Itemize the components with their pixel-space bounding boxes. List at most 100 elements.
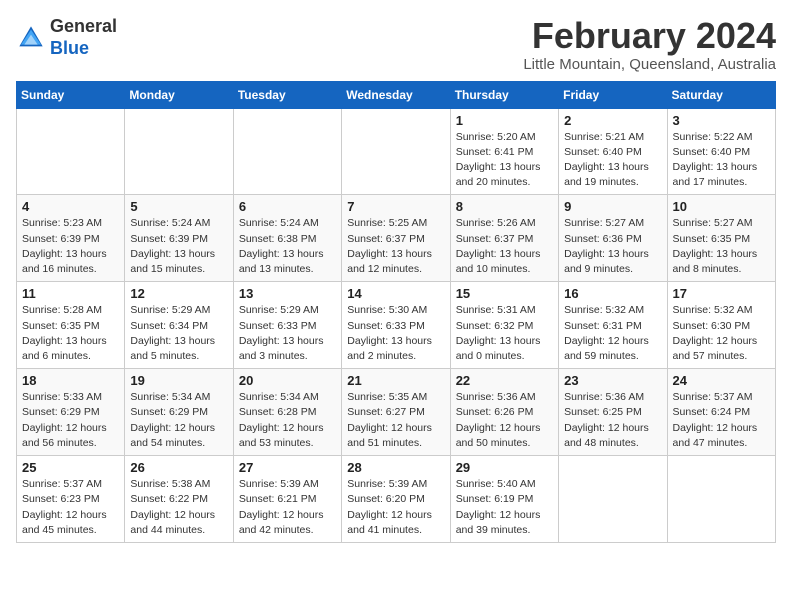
day-info: Sunrise: 5:24 AM Sunset: 6:38 PM Dayligh… [239, 216, 336, 277]
calendar-cell: 7 Sunrise: 5:25 AM Sunset: 6:37 PM Daylig… [342, 195, 450, 282]
calendar-cell: 3 Sunrise: 5:22 AM Sunset: 6:40 PM Daylig… [667, 108, 775, 195]
calendar-week-row: 18Sunrise: 5:33 AM Sunset: 6:29 PM Dayli… [17, 369, 776, 456]
day-info: Sunrise: 5:22 AM Sunset: 6:40 PM Dayligh… [673, 130, 770, 191]
day-number: 27 [239, 460, 336, 475]
calendar-cell: 29 Sunrise: 5:40 AM Sunset: 6:19 PM Dayli… [450, 456, 558, 543]
day-info: Sunrise: 5:25 AM Sunset: 6:37 PM Dayligh… [347, 216, 444, 277]
day-info: Sunrise: 5:32 AM Sunset: 6:30 PM Dayligh… [673, 303, 770, 364]
calendar-week-row: 4 Sunrise: 5:23 AM Sunset: 6:39 PM Daylig… [17, 195, 776, 282]
calendar-cell: 20 Sunrise: 5:34 AM Sunset: 6:28 PM Dayli… [233, 369, 341, 456]
day-info: Sunrise: 5:38 AM Sunset: 6:22 PM Dayligh… [130, 477, 227, 538]
weekday-header-row: SundayMondayTuesdayWednesdayThursdayFrid… [17, 81, 776, 108]
day-info: Sunrise: 5:39 AM Sunset: 6:20 PM Dayligh… [347, 477, 444, 538]
logo: General Blue [16, 16, 117, 59]
day-info: Sunrise: 5:34 AM Sunset: 6:28 PM Dayligh… [239, 390, 336, 451]
calendar-cell: 4 Sunrise: 5:23 AM Sunset: 6:39 PM Daylig… [17, 195, 125, 282]
calendar-cell: 25 Sunrise: 5:37 AM Sunset: 6:23 PM Dayli… [17, 456, 125, 543]
calendar-cell: 18Sunrise: 5:33 AM Sunset: 6:29 PM Dayli… [17, 369, 125, 456]
day-number: 3 [673, 113, 770, 128]
day-number: 23 [564, 373, 661, 388]
calendar-week-row: 25 Sunrise: 5:37 AM Sunset: 6:23 PM Dayli… [17, 456, 776, 543]
day-info: Sunrise: 5:40 AM Sunset: 6:19 PM Dayligh… [456, 477, 553, 538]
day-info: Sunrise: 5:31 AM Sunset: 6:32 PM Dayligh… [456, 303, 553, 364]
day-number: 22 [456, 373, 553, 388]
day-info: Sunrise: 5:33 AM Sunset: 6:29 PM Dayligh… [22, 390, 119, 451]
logo-general: General [50, 16, 117, 36]
weekday-header-sunday: Sunday [17, 81, 125, 108]
day-info: Sunrise: 5:20 AM Sunset: 6:41 PM Dayligh… [456, 130, 553, 191]
month-title: February 2024 [523, 16, 776, 56]
calendar-cell: 2 Sunrise: 5:21 AM Sunset: 6:40 PM Daylig… [559, 108, 667, 195]
weekday-header-wednesday: Wednesday [342, 81, 450, 108]
calendar-cell: 24 Sunrise: 5:37 AM Sunset: 6:24 PM Dayli… [667, 369, 775, 456]
day-info: Sunrise: 5:37 AM Sunset: 6:23 PM Dayligh… [22, 477, 119, 538]
calendar-cell: 14 Sunrise: 5:30 AM Sunset: 6:33 PM Dayli… [342, 282, 450, 369]
day-info: Sunrise: 5:21 AM Sunset: 6:40 PM Dayligh… [564, 130, 661, 191]
calendar-cell [125, 108, 233, 195]
day-number: 9 [564, 199, 661, 214]
day-number: 20 [239, 373, 336, 388]
day-info: Sunrise: 5:39 AM Sunset: 6:21 PM Dayligh… [239, 477, 336, 538]
day-info: Sunrise: 5:36 AM Sunset: 6:25 PM Dayligh… [564, 390, 661, 451]
day-number: 5 [130, 199, 227, 214]
day-info: Sunrise: 5:29 AM Sunset: 6:34 PM Dayligh… [130, 303, 227, 364]
day-info: Sunrise: 5:30 AM Sunset: 6:33 PM Dayligh… [347, 303, 444, 364]
day-number: 29 [456, 460, 553, 475]
day-info: Sunrise: 5:28 AM Sunset: 6:35 PM Dayligh… [22, 303, 119, 364]
calendar-cell [233, 108, 341, 195]
calendar-cell: 1 Sunrise: 5:20 AM Sunset: 6:41 PM Daylig… [450, 108, 558, 195]
day-number: 28 [347, 460, 444, 475]
location-subtitle: Little Mountain, Queensland, Australia [523, 56, 776, 73]
day-number: 16 [564, 286, 661, 301]
weekday-header-friday: Friday [559, 81, 667, 108]
calendar-cell: 8Sunrise: 5:26 AM Sunset: 6:37 PM Daylig… [450, 195, 558, 282]
calendar-table: SundayMondayTuesdayWednesdayThursdayFrid… [16, 81, 776, 543]
day-number: 25 [22, 460, 119, 475]
calendar-cell [559, 456, 667, 543]
day-number: 7 [347, 199, 444, 214]
day-info: Sunrise: 5:23 AM Sunset: 6:39 PM Dayligh… [22, 216, 119, 277]
day-info: Sunrise: 5:26 AM Sunset: 6:37 PM Dayligh… [456, 216, 553, 277]
weekday-header-saturday: Saturday [667, 81, 775, 108]
day-number: 12 [130, 286, 227, 301]
day-number: 4 [22, 199, 119, 214]
day-info: Sunrise: 5:24 AM Sunset: 6:39 PM Dayligh… [130, 216, 227, 277]
calendar-cell: 26 Sunrise: 5:38 AM Sunset: 6:22 PM Dayli… [125, 456, 233, 543]
calendar-cell [667, 456, 775, 543]
day-info: Sunrise: 5:29 AM Sunset: 6:33 PM Dayligh… [239, 303, 336, 364]
day-number: 15 [456, 286, 553, 301]
day-info: Sunrise: 5:37 AM Sunset: 6:24 PM Dayligh… [673, 390, 770, 451]
day-number: 1 [456, 113, 553, 128]
day-number: 6 [239, 199, 336, 214]
page-header: General Blue February 2024 Little Mounta… [16, 16, 776, 73]
calendar-cell: 19Sunrise: 5:34 AM Sunset: 6:29 PM Dayli… [125, 369, 233, 456]
day-number: 11 [22, 286, 119, 301]
calendar-cell: 15 Sunrise: 5:31 AM Sunset: 6:32 PM Dayli… [450, 282, 558, 369]
calendar-cell: 6 Sunrise: 5:24 AM Sunset: 6:38 PM Daylig… [233, 195, 341, 282]
weekday-header-monday: Monday [125, 81, 233, 108]
calendar-cell [17, 108, 125, 195]
day-number: 13 [239, 286, 336, 301]
day-info: Sunrise: 5:35 AM Sunset: 6:27 PM Dayligh… [347, 390, 444, 451]
calendar-cell: 11 Sunrise: 5:28 AM Sunset: 6:35 PM Dayli… [17, 282, 125, 369]
calendar-week-row: 1 Sunrise: 5:20 AM Sunset: 6:41 PM Daylig… [17, 108, 776, 195]
day-number: 24 [673, 373, 770, 388]
calendar-cell: 9 Sunrise: 5:27 AM Sunset: 6:36 PM Daylig… [559, 195, 667, 282]
calendar-cell: 13 Sunrise: 5:29 AM Sunset: 6:33 PM Dayli… [233, 282, 341, 369]
logo-blue: Blue [50, 38, 89, 58]
logo-icon [16, 23, 46, 53]
weekday-header-thursday: Thursday [450, 81, 558, 108]
day-number: 14 [347, 286, 444, 301]
weekday-header-tuesday: Tuesday [233, 81, 341, 108]
title-block: February 2024 Little Mountain, Queenslan… [523, 16, 776, 73]
calendar-cell: 22 Sunrise: 5:36 AM Sunset: 6:26 PM Dayli… [450, 369, 558, 456]
day-info: Sunrise: 5:32 AM Sunset: 6:31 PM Dayligh… [564, 303, 661, 364]
day-info: Sunrise: 5:27 AM Sunset: 6:36 PM Dayligh… [564, 216, 661, 277]
day-number: 19 [130, 373, 227, 388]
day-number: 2 [564, 113, 661, 128]
calendar-cell: 10Sunrise: 5:27 AM Sunset: 6:35 PM Dayli… [667, 195, 775, 282]
day-info: Sunrise: 5:36 AM Sunset: 6:26 PM Dayligh… [456, 390, 553, 451]
day-number: 26 [130, 460, 227, 475]
calendar-cell: 28 Sunrise: 5:39 AM Sunset: 6:20 PM Dayli… [342, 456, 450, 543]
day-info: Sunrise: 5:27 AM Sunset: 6:35 PM Dayligh… [673, 216, 770, 277]
